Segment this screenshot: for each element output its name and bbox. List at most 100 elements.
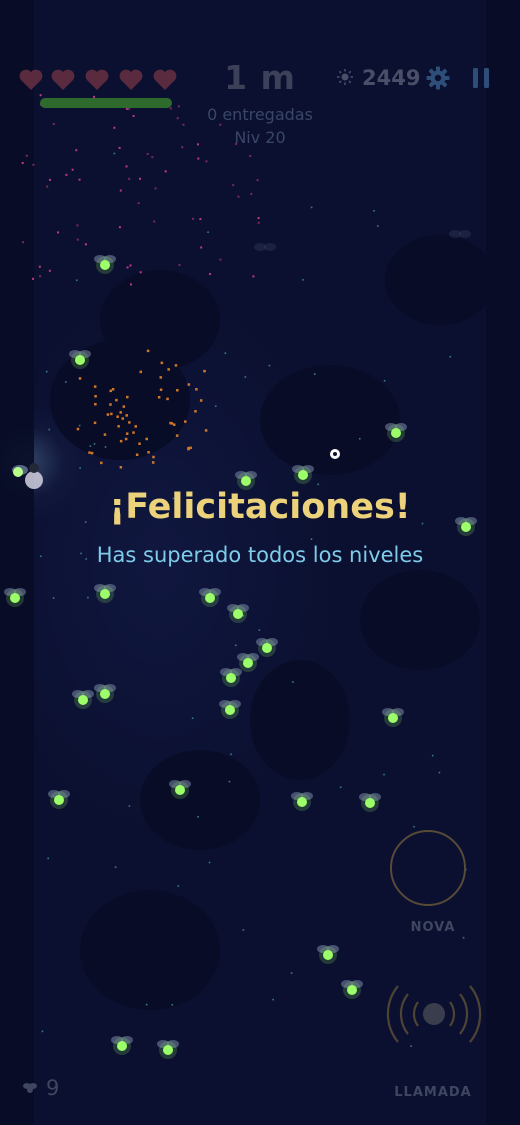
dust-particle [438,771,441,774]
burst-particle [187,446,190,450]
spark-particle [199,218,202,221]
burst-particle [195,388,198,391]
spark-particle [182,123,185,126]
burst-particle [146,349,150,353]
firefly [291,792,313,811]
spark-particle [84,243,87,246]
firefly [292,465,314,484]
spark-particle [178,263,181,266]
burst-particle [109,389,112,393]
spark-particle [78,178,81,181]
dust-particle [214,405,217,408]
burst-particle [115,398,118,402]
spark-particle [138,177,141,180]
dust-particle [171,1003,174,1006]
burst-particle [110,412,113,416]
firefly [94,255,116,274]
burst-particle [122,405,126,408]
burst-particle [172,423,176,426]
burst-particle [184,420,187,423]
level-indicator: Niv 20 [234,128,286,147]
spark-particle [25,154,28,157]
pause-icon[interactable] [471,67,491,89]
dust-particle [376,225,379,227]
burst-particle [189,446,192,450]
burst-particle [157,396,161,399]
nova-button[interactable] [390,830,466,906]
firefly [72,690,94,709]
burst-particle [111,388,115,391]
spark-particle [32,277,35,280]
delivered-count: 0 entregadas [207,105,313,124]
spark-particle [39,275,42,278]
firefly [382,708,404,727]
spark-particle [48,269,51,272]
call-center-dot [423,1003,445,1025]
burst-particle [124,437,128,441]
spark-particle [118,146,121,149]
burst-particle [76,427,80,431]
spark-particle [151,156,154,159]
burst-particle [90,451,94,455]
dust-particle [89,445,92,447]
dust-particle [191,717,194,720]
dust-particle [207,231,209,234]
burst-particle [203,369,206,373]
firefly [254,243,276,251]
dust-particle [358,437,361,440]
firefly [359,793,381,812]
spark-particle [65,173,68,176]
spark-particle [249,154,252,157]
burst-particle [93,385,97,388]
spark-particle [119,189,122,192]
dust-particle [258,629,261,631]
burst-particle [159,376,163,379]
dust-particle [317,483,320,486]
call-label: LLAMADA [394,1085,472,1100]
dust-particle [413,825,415,828]
dust-particle [48,428,51,431]
spark-particle [76,224,79,227]
spark-particle [32,163,35,166]
dust-particle [113,152,116,155]
firefly [94,584,116,603]
burst-particle [139,370,143,374]
burst-particle [175,434,179,437]
spark-particle [257,217,260,220]
firefly [157,1040,179,1059]
firefly-count: 9 [46,1076,60,1100]
burst-particle [126,395,129,399]
spark-particle [257,221,260,224]
spark-particle [48,178,51,181]
burst-particle [174,364,178,367]
spark-particle [192,217,195,220]
spark-particle [46,185,49,188]
dust-particle [431,754,434,757]
burst-particle [176,388,179,392]
burst-particle [116,415,119,418]
spark-particle [237,195,240,198]
congrats-subtitle: Has superado todos los niveles [96,543,424,567]
burst-particle [169,421,172,425]
firefly-count-icon [23,1083,37,1093]
firefly [227,604,249,623]
firefly [317,945,339,964]
burst-particle [159,388,163,391]
burst-particle [167,368,170,371]
dust-particle [87,596,89,599]
firefly [48,790,70,809]
dust-particle [268,364,271,367]
particle-field [21,94,467,1047]
dust-particle [272,998,274,1001]
firefly [341,980,363,999]
burst-particle [134,425,137,428]
burst-particle [121,417,125,420]
spark-particle [232,184,235,187]
spark-particle [128,177,131,180]
call-button[interactable] [386,966,482,1062]
gear-icon[interactable] [426,66,450,90]
spark-particle [75,149,78,152]
dust-particle [383,379,386,382]
dust-particle [114,866,117,868]
burst-particle [119,439,123,443]
